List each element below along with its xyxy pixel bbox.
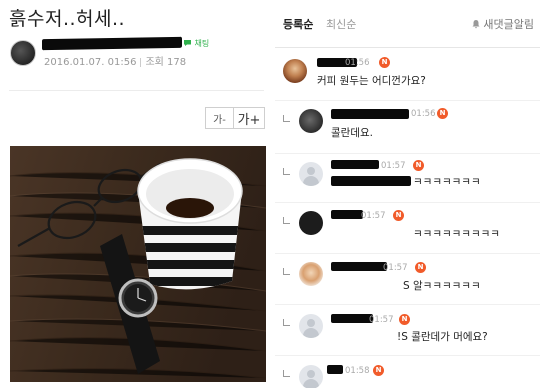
commenter-name-redacted [331,314,373,323]
chat-badge[interactable]: 채팅 [183,38,209,49]
coffee-cup-and-watch-image [10,146,266,382]
new-badge: N [379,57,390,68]
post-photo [10,146,266,382]
bell-icon [472,20,480,29]
reply-item: 01:57 N S 알ㅋㅋㅋㅋㅋㅋ [275,254,540,304]
reply-indicator [283,319,290,326]
new-badge: N [373,365,384,376]
comment-text: 콜란데요. [331,127,373,139]
comment-time: 01:57 [383,263,408,273]
reply-indicator [283,115,290,122]
commenter-avatar[interactable] [299,211,323,235]
comment-item: 01:56 N 커피 원두는 어디껀가요? [275,52,540,100]
header-divider [9,90,264,91]
new-badge: N [393,210,404,221]
commenter-name-redacted [331,109,409,119]
comment-text: !S 콜란데가 머에요? [397,331,488,343]
comment-time: 01:57 [361,211,386,221]
commenter-avatar[interactable] [283,59,307,83]
reply-indicator [283,217,290,224]
reply-item: 01:57 N !S 콜란데가 머에요? [275,305,540,355]
reply-indicator [283,268,290,275]
reply-indicator [283,370,290,377]
comment-time: 01:56 [345,58,370,68]
reply-item: 01:57 N ㅋㅋㅋㅋㅋㅋㅋㅋㅋ [275,203,540,253]
author-avatar[interactable] [10,40,36,66]
chat-bubble-icon [184,40,191,46]
new-badge: N [415,262,426,273]
comment-sort-tabs: 등록순 최신순 새댓글알림 [275,0,540,48]
new-badge: N [437,108,448,119]
new-badge: N [413,160,424,171]
default-avatar-icon[interactable] [299,162,323,186]
commenter-name-redacted [331,262,387,271]
comment-text-redacted [331,176,411,186]
comment-time: 01:58 [345,366,370,376]
commenter-avatar[interactable] [299,109,323,133]
commenter-avatar[interactable] [299,262,323,286]
author-name-redacted [42,36,182,51]
new-badge: N [399,314,410,325]
post-meta: 2016.01.07. 01:56 조회 178 [44,53,186,68]
default-avatar-icon[interactable] [299,365,323,388]
reply-item: 01:56 N 콜란데요. [275,101,540,153]
post-date: 2016.01.07. 01:56 [44,57,137,68]
comment-text: 커피 원두는 어디껀가요? [317,75,426,87]
comment-time: 01:56 [411,109,436,119]
comment-text: ㅋㅋㅋㅋㅋㅋㅋㅋㅋ [413,228,500,240]
comment-text: ㅋㅋㅋㅋㅋㅋㅋ [413,176,481,188]
commenter-name-redacted [327,365,343,374]
chat-badge-label: 채팅 [194,39,210,48]
reply-item: 01:57 N ㅋㅋㅋㅋㅋㅋㅋ [275,154,540,202]
comment-time: 01:57 [381,161,406,171]
comment-time: 01:57 [369,315,394,325]
font-size-decrease-button[interactable]: 가- [205,107,234,129]
default-avatar-icon[interactable] [299,314,323,338]
comment-text: S 알ㅋㅋㅋㅋㅋㅋ [403,280,481,292]
notify-label: 새댓글알림 [483,18,534,31]
tab-latest-order[interactable]: 최신순 [326,16,356,32]
new-comment-notify-toggle[interactable]: 새댓글알림 [471,16,534,32]
commenter-name-redacted [331,210,363,219]
post-panel: 흙수저..허세.. 채팅 2016.01.07. 01:56 조회 178 가- … [0,0,271,388]
reply-indicator [283,168,290,175]
comments-panel: 등록순 최신순 새댓글알림 01:56 N 커피 원두는 어디껀가요? 01:5… [275,0,540,388]
post-title: 흙수저..허세.. [9,8,126,30]
tab-registered-order[interactable]: 등록순 [283,16,313,32]
reply-item: 01:58 N [275,356,540,388]
meta-separator [140,57,142,67]
post-views: 조회 178 [145,57,187,68]
commenter-name-redacted [331,160,379,169]
font-size-increase-button[interactable]: 가+ [234,107,265,129]
